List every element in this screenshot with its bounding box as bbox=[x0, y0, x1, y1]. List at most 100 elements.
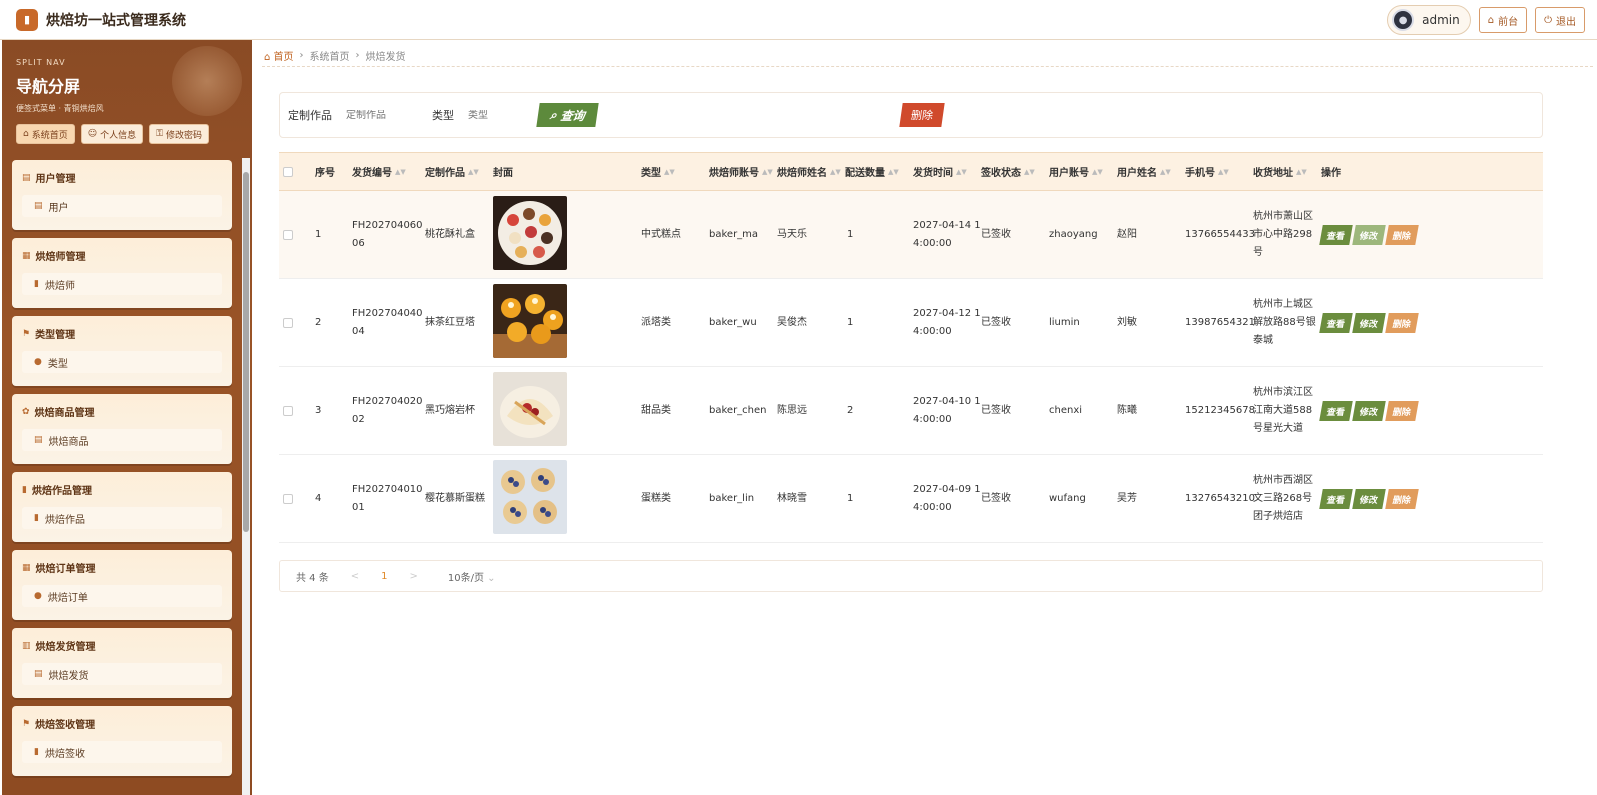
cell-user-account: zhaoyang bbox=[1049, 228, 1098, 240]
sidebar-scrollbar[interactable] bbox=[242, 158, 250, 795]
menu-group-label: 烘焙发货管理 bbox=[35, 642, 96, 653]
cell-work: 桃花酥礼盒 bbox=[425, 228, 475, 240]
edit-button[interactable]: 修改 bbox=[1352, 488, 1386, 509]
header-user-account[interactable]: 用户账号 ▲▼ bbox=[1049, 164, 1117, 179]
row-checkbox[interactable] bbox=[283, 493, 293, 504]
menu-group-title[interactable]: ▥ 烘焙发货管理 bbox=[22, 638, 222, 654]
sidebar-item-order[interactable]: ● 烘焙订单 bbox=[22, 585, 222, 607]
query-button[interactable]: ⌕ 查询 bbox=[536, 103, 599, 127]
header-code[interactable]: 发货编号 ▲▼ bbox=[352, 164, 425, 179]
pager-total: 共 4 条 bbox=[296, 572, 329, 584]
delete-button[interactable]: 删除 bbox=[1385, 488, 1419, 509]
row-checkbox[interactable] bbox=[283, 317, 293, 328]
cell-seq: 3 bbox=[315, 404, 322, 416]
cover-image[interactable] bbox=[493, 284, 567, 358]
delete-button[interactable]: 删除 bbox=[1385, 400, 1419, 421]
sidebar-item-product[interactable]: ▤ 烘焙商品 bbox=[22, 429, 222, 451]
sidebar-item-user[interactable]: ▤ 用户 bbox=[22, 195, 222, 217]
sidebar-link-home[interactable]: ⌂ 系统首页 bbox=[16, 124, 75, 144]
menu-group-title[interactable]: ⚑ 类型管理 bbox=[22, 326, 222, 342]
menu-group-label: 用户管理 bbox=[35, 174, 76, 185]
cover-image[interactable] bbox=[493, 196, 567, 270]
scrollbar-thumb[interactable] bbox=[243, 172, 249, 532]
bar-chart-icon: ▮ bbox=[34, 513, 39, 523]
batch-delete-button[interactable]: 删除 bbox=[899, 103, 945, 127]
cell-type: 甜品类 bbox=[641, 404, 671, 416]
pager-next[interactable]: > bbox=[410, 571, 418, 582]
menu-group-title[interactable]: ⚑ 烘焙签收管理 bbox=[22, 716, 222, 732]
delete-button[interactable]: 删除 bbox=[1385, 312, 1419, 333]
cell-code: FH20270406006 bbox=[352, 219, 423, 249]
header-user-name[interactable]: 用户姓名 ▲▼ bbox=[1117, 164, 1185, 179]
row-checkbox[interactable] bbox=[283, 229, 293, 240]
header-phone[interactable]: 手机号 ▲▼ bbox=[1185, 164, 1253, 179]
header-time[interactable]: 发货时间 ▲▼ bbox=[913, 164, 981, 179]
work-filter-label: 定制作品 bbox=[288, 109, 332, 122]
select-all-checkbox[interactable] bbox=[283, 166, 293, 177]
menu-group-title[interactable]: ▮ 烘焙作品管理 bbox=[22, 482, 222, 498]
edit-button[interactable]: 修改 bbox=[1352, 400, 1386, 421]
cover-image[interactable] bbox=[493, 460, 567, 534]
sidebar-item-receipt[interactable]: ▮ 烘焙签收 bbox=[22, 741, 222, 763]
type-filter-input[interactable] bbox=[468, 109, 538, 121]
sidebar-link-profile[interactable]: ☺ 个人信息 bbox=[80, 124, 144, 144]
cell-baker-account: baker_ma bbox=[709, 228, 759, 240]
edit-button[interactable]: 修改 bbox=[1352, 312, 1386, 333]
cell-work: 樱花慕斯蛋糕 bbox=[425, 492, 485, 504]
sidebar-menu: ▤ 用户管理 ▤ 用户 ▦ 烘焙师管理 ▮ 烘焙师 ⚑ 类型管理 ● 类型 ✿ 烘焙商品管理 … bbox=[12, 160, 232, 784]
header-type[interactable]: 类型 ▲▼ bbox=[641, 164, 709, 179]
header-qty[interactable]: 配送数量 ▲▼ bbox=[845, 164, 913, 179]
sidebar-item-label: 类型 bbox=[47, 358, 68, 370]
menu-group-title[interactable]: ▤ 用户管理 bbox=[22, 170, 222, 186]
cell-phone: 13987654321 bbox=[1185, 316, 1255, 328]
table-row: 4 FH20270401001 樱花慕斯蛋糕 蛋糕类 baker_lin 林晓雪… bbox=[279, 455, 1543, 543]
menu-group-label: 烘焙订单管理 bbox=[35, 564, 96, 575]
app-title: 烘焙坊一站式管理系统 bbox=[46, 12, 186, 29]
menu-group-label: 类型管理 bbox=[35, 330, 76, 341]
breadcrumb-home[interactable]: ⌂ 首页 bbox=[264, 48, 294, 63]
work-filter-input[interactable] bbox=[346, 109, 426, 121]
cell-user-name: 赵阳 bbox=[1117, 228, 1137, 240]
view-button[interactable]: 查看 bbox=[1319, 312, 1353, 333]
view-button[interactable]: 查看 bbox=[1319, 488, 1353, 509]
menu-group-title[interactable]: ✿ 烘焙商品管理 bbox=[22, 404, 222, 420]
user-chip[interactable]: ● admin bbox=[1387, 5, 1471, 35]
cover-image[interactable] bbox=[493, 372, 567, 446]
menu-group-baker: ▦ 烘焙师管理 ▮ 烘焙师 bbox=[12, 238, 232, 308]
row-checkbox[interactable] bbox=[283, 405, 293, 416]
header-baker-name[interactable]: 烘焙师姓名 ▲▼ bbox=[777, 164, 845, 179]
sidebar-link-label: 系统首页 bbox=[31, 130, 68, 141]
sidebar-item-label: 烘焙签收 bbox=[44, 748, 85, 760]
pager-prev[interactable]: < bbox=[351, 571, 359, 582]
edit-button[interactable]: 修改 bbox=[1352, 224, 1386, 245]
cell-baker-account: baker_chen bbox=[709, 404, 767, 416]
menu-group-title[interactable]: ▦ 烘焙师管理 bbox=[22, 248, 222, 264]
header-status[interactable]: 签收状态 ▲▼ bbox=[981, 164, 1049, 179]
page-size-select[interactable]: 10条/页 ⌄ bbox=[448, 569, 496, 584]
sidebar-item-shipping[interactable]: ▤ 烘焙发货 bbox=[22, 663, 222, 685]
header-baker-account[interactable]: 烘焙师账号 ▲▼ bbox=[709, 164, 777, 179]
sidebar-item-baker[interactable]: ▮ 烘焙师 bbox=[22, 273, 222, 295]
menu-group-label: 烘焙师管理 bbox=[35, 252, 86, 263]
view-button[interactable]: 查看 bbox=[1319, 400, 1353, 421]
cell-user-name: 刘敏 bbox=[1117, 316, 1137, 328]
chevron-right-icon: › bbox=[355, 50, 360, 61]
logout-button[interactable]: ⏻ 退出 bbox=[1535, 7, 1585, 33]
cell-cover bbox=[493, 196, 641, 273]
header-work[interactable]: 定制作品 ▲▼ bbox=[425, 164, 493, 179]
header-address[interactable]: 收货地址 ▲▼ bbox=[1253, 164, 1321, 179]
delete-button[interactable]: 删除 bbox=[1385, 224, 1419, 245]
menu-group-label: 烘焙作品管理 bbox=[31, 486, 92, 497]
breadcrumb-level1[interactable]: 系统首页 bbox=[310, 48, 350, 63]
front-button[interactable]: ⌂ 前台 bbox=[1478, 7, 1528, 33]
sidebar-link-password[interactable]: ⚿ 修改密码 bbox=[149, 124, 210, 144]
main-content: ⌂ 首页 › 系统首页 › 烘焙发货 定制作品 类型 ⌕ 查询 删除 序号 发货… bbox=[252, 40, 1597, 795]
sidebar-item-work[interactable]: ▮ 烘焙作品 bbox=[22, 507, 222, 529]
menu-group-title[interactable]: ▦ 烘焙订单管理 bbox=[22, 560, 222, 576]
pager-page-1[interactable]: 1 bbox=[381, 571, 387, 582]
sidebar-item-type[interactable]: ● 类型 bbox=[22, 351, 222, 373]
cell-status: 已签收 bbox=[981, 404, 1011, 416]
sort-icon: ▲▼ bbox=[1218, 167, 1229, 176]
view-button[interactable]: 查看 bbox=[1319, 224, 1353, 245]
sort-icon: ▲▼ bbox=[762, 167, 773, 176]
